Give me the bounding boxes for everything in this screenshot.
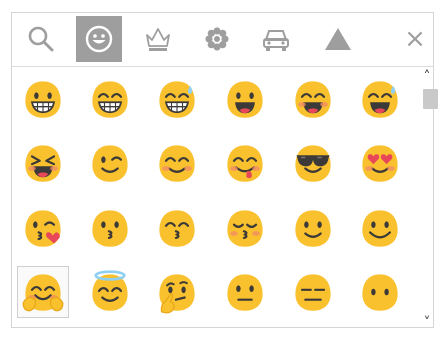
scroll-down-icon: ˅	[423, 315, 431, 331]
emoji-smiling-face[interactable]	[354, 202, 406, 254]
emoji-hugging-face[interactable]	[17, 266, 69, 318]
grinning-face-smiling-eyes-icon	[92, 81, 128, 118]
emoji-winking-face[interactable]	[84, 137, 136, 189]
flower-icon	[205, 27, 229, 51]
smiling-face-open-mouth-icon	[227, 81, 263, 118]
tab-places[interactable]	[253, 16, 299, 62]
emoji-smiling-face-halo[interactable]	[84, 266, 136, 318]
laughing-squinting-face-icon	[25, 145, 61, 182]
grinning-face-icon	[25, 81, 61, 118]
tab-symbols[interactable]	[315, 16, 361, 62]
tab-nature[interactable]	[194, 16, 240, 62]
emoji-face-blowing-kiss[interactable]	[17, 202, 69, 254]
tab-people[interactable]	[76, 16, 122, 62]
emoji-category-tabs	[12, 13, 433, 67]
smiling-face-open-mouth-blush-icon	[295, 81, 331, 118]
crown-icon	[146, 28, 170, 51]
scroll-up-button[interactable]: ˄	[421, 69, 433, 85]
search-tab[interactable]	[17, 16, 63, 62]
emoji-laughing-squinting-face[interactable]	[17, 137, 69, 189]
triangle-icon	[325, 28, 351, 50]
hugging-face-icon	[22, 274, 64, 312]
neutral-face-icon	[227, 274, 263, 311]
emoji-kissing-face[interactable]	[84, 202, 136, 254]
emoji-picker: × ˄ ˅	[11, 12, 438, 331]
emoji-face-without-mouth[interactable]	[354, 266, 406, 318]
thinking-face-icon	[159, 274, 195, 314]
smiling-face-smiling-eyes-icon	[159, 145, 195, 182]
smiling-face-open-mouth-sweat-icon	[362, 81, 398, 118]
emoji-smiling-face-open-mouth-blush[interactable]	[287, 73, 339, 125]
face-savoring-food-icon	[227, 145, 263, 182]
search-icon	[28, 26, 54, 52]
scroll-up-icon: ˄	[423, 69, 431, 85]
smiling-face-halo-icon	[92, 270, 128, 311]
tab-objects[interactable]	[135, 16, 181, 62]
scrollbar[interactable]: ˄ ˅	[421, 67, 438, 331]
close-button[interactable]: ×	[402, 26, 428, 52]
winking-face-icon	[92, 145, 128, 182]
close-icon: ×	[404, 24, 426, 54]
face-blowing-kiss-icon	[25, 210, 61, 247]
emoji-grid	[12, 67, 420, 327]
emoji-smiling-face-heart-eyes[interactable]	[354, 137, 406, 189]
car-icon	[263, 30, 289, 51]
emoji-kissing-face-closed-eyes[interactable]	[219, 202, 271, 254]
kissing-face-smiling-eyes-icon	[159, 210, 195, 247]
expressionless-face-icon	[295, 274, 331, 311]
emoji-smiling-face-sunglasses[interactable]	[287, 137, 339, 189]
kissing-face-closed-eyes-icon	[227, 210, 263, 247]
face-without-mouth-icon	[362, 274, 398, 311]
smiling-face-icon	[362, 210, 398, 247]
smiling-face-sunglasses-icon	[295, 145, 331, 182]
emoji-grinning-face-sweat[interactable]	[151, 73, 203, 125]
emoji-smiling-face-open-mouth[interactable]	[219, 73, 271, 125]
slightly-smiling-face-icon	[295, 210, 331, 247]
smiley-icon	[85, 25, 113, 53]
emoji-kissing-face-smiling-eyes[interactable]	[151, 202, 203, 254]
grinning-face-sweat-icon	[159, 81, 195, 118]
emoji-smiling-face-smiling-eyes[interactable]	[151, 137, 203, 189]
emoji-thinking-face[interactable]	[151, 266, 203, 318]
smiling-face-heart-eyes-icon	[362, 145, 398, 182]
emoji-face-savoring-food[interactable]	[219, 137, 271, 189]
emoji-grinning-face[interactable]	[17, 73, 69, 125]
scroll-thumb[interactable]	[423, 89, 438, 109]
kissing-face-icon	[92, 210, 128, 247]
scroll-down-button[interactable]: ˅	[421, 315, 433, 331]
emoji-slightly-smiling-face[interactable]	[287, 202, 339, 254]
emoji-grinning-face-smiling-eyes[interactable]	[84, 73, 136, 125]
emoji-smiling-face-open-mouth-sweat[interactable]	[354, 73, 406, 125]
emoji-neutral-face[interactable]	[219, 266, 271, 318]
emoji-expressionless-face[interactable]	[287, 266, 339, 318]
